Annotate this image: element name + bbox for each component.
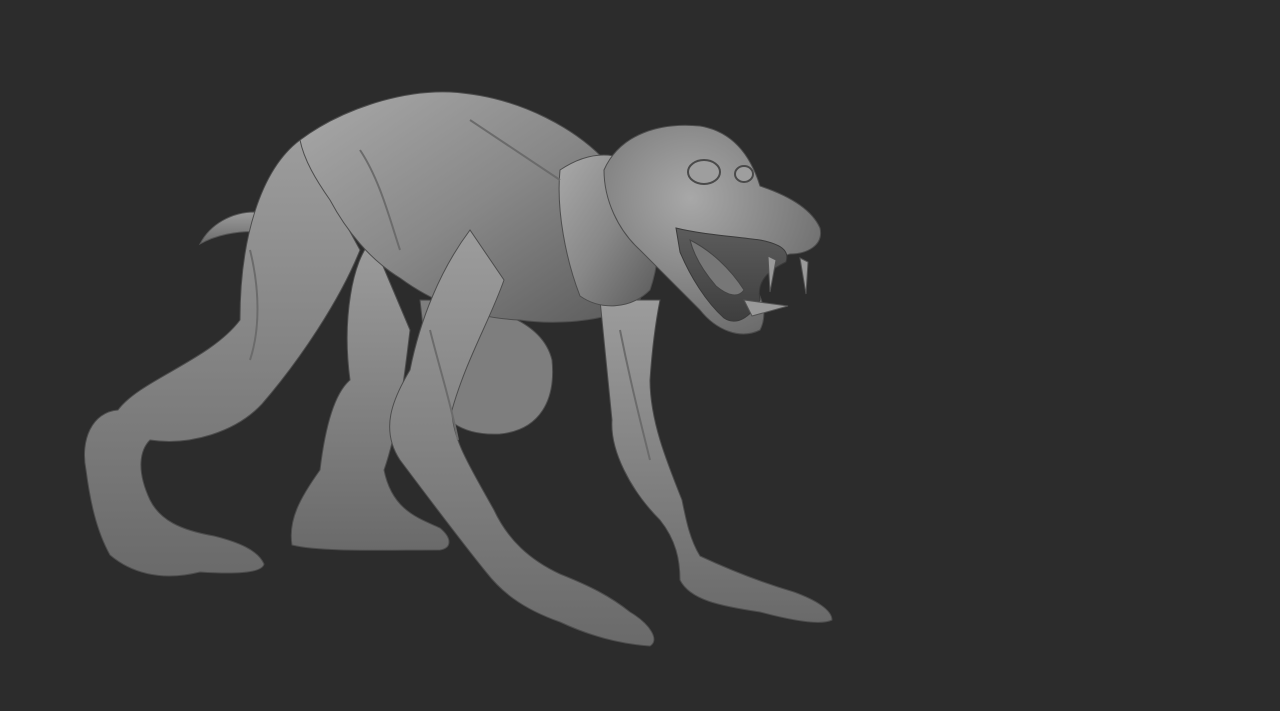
- front-leg-far: [599, 299, 833, 623]
- eye: [687, 159, 721, 185]
- sculpt-canvas[interactable]: [0, 0, 1280, 711]
- creature-model[interactable]: [84, 91, 833, 647]
- fang: [799, 257, 809, 295]
- fang: [743, 299, 789, 317]
- eye: [734, 165, 754, 183]
- 3d-viewport[interactable]: [0, 0, 1280, 711]
- fang: [767, 255, 777, 293]
